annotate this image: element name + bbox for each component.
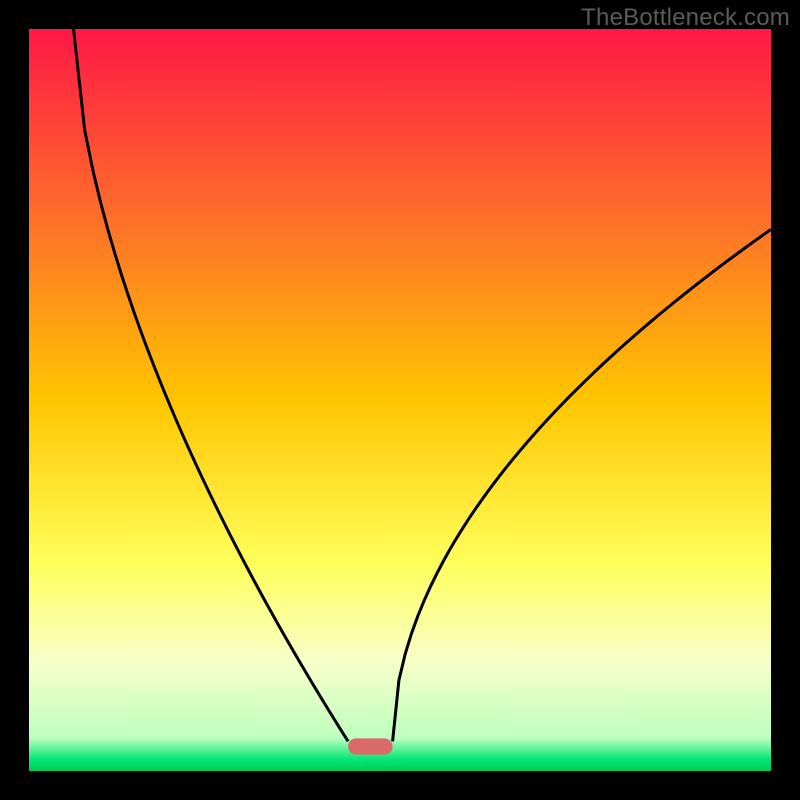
valley-marker [348, 738, 393, 754]
plot-frame [29, 29, 771, 771]
watermark-text: TheBottleneck.com [581, 4, 790, 32]
bottleneck-chart [29, 29, 771, 771]
gradient-background [29, 29, 771, 771]
